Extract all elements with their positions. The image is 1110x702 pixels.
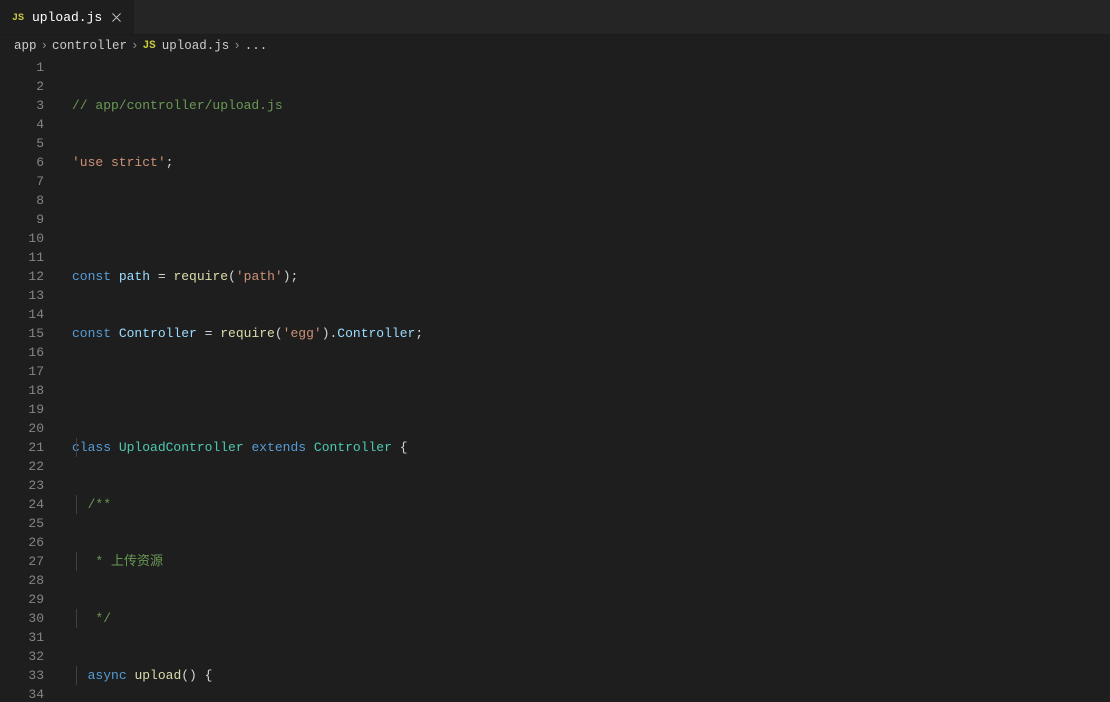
line-number: 11 — [0, 248, 44, 267]
line-number: 19 — [0, 400, 44, 419]
breadcrumb-seg-controller[interactable]: controller — [52, 39, 127, 53]
line-number: 33 — [0, 666, 44, 685]
line-number: 8 — [0, 191, 44, 210]
line-number: 31 — [0, 628, 44, 647]
line-number: 26 — [0, 533, 44, 552]
line-number: 29 — [0, 590, 44, 609]
line-number: 21 — [0, 438, 44, 457]
line-number: 22 — [0, 457, 44, 476]
code-token: = — [197, 326, 220, 341]
code-token: path — [119, 269, 150, 284]
code-comment: */ — [88, 611, 111, 626]
code-token: ( — [275, 326, 283, 341]
code-token: Controller — [119, 326, 197, 341]
code-token: extends — [251, 440, 306, 455]
code-token: class — [72, 440, 111, 455]
line-number: 5 — [0, 134, 44, 153]
code-token: ; — [166, 155, 174, 170]
line-number: 12 — [0, 267, 44, 286]
code-token: ); — [283, 269, 299, 284]
code-token: 'egg' — [283, 326, 322, 341]
line-number: 20 — [0, 419, 44, 438]
editor: 1234567891011121314151617181920212223242… — [0, 57, 1110, 702]
breadcrumb-trail[interactable]: ... — [245, 39, 268, 53]
code-token: ( — [228, 269, 236, 284]
minimap[interactable] — [1031, 57, 1096, 702]
line-number: 3 — [0, 96, 44, 115]
code-token: Controller — [314, 440, 392, 455]
code-token: require — [220, 326, 275, 341]
code-token: ). — [322, 326, 338, 341]
code-area[interactable]: // app/controller/upload.js 'use strict'… — [62, 57, 1031, 702]
code-comment: // app/controller/upload.js — [72, 98, 283, 113]
code-token: Controller — [337, 326, 415, 341]
code-token: () { — [181, 668, 212, 683]
breadcrumb-seg-app[interactable]: app — [14, 39, 37, 53]
line-number: 7 — [0, 172, 44, 191]
line-number: 18 — [0, 381, 44, 400]
scrollbar[interactable] — [1096, 57, 1110, 702]
code-comment: /** — [88, 497, 111, 512]
code-token: UploadController — [119, 440, 244, 455]
close-icon[interactable] — [108, 9, 124, 25]
chevron-right-icon: › — [131, 39, 139, 53]
code-token: require — [173, 269, 228, 284]
tab-bar: JS upload.js — [0, 0, 1110, 35]
breadcrumb-seg-file[interactable]: upload.js — [162, 39, 230, 53]
line-number: 15 — [0, 324, 44, 343]
line-number: 32 — [0, 647, 44, 666]
line-number: 10 — [0, 229, 44, 248]
line-number: 28 — [0, 571, 44, 590]
code-comment: * 上传资源 — [88, 554, 163, 569]
line-number: 4 — [0, 115, 44, 134]
line-number: 27 — [0, 552, 44, 571]
line-number: 16 — [0, 343, 44, 362]
js-file-icon: JS — [143, 40, 158, 52]
line-number: 2 — [0, 77, 44, 96]
line-number: 34 — [0, 685, 44, 702]
code-token: const — [72, 269, 111, 284]
chevron-right-icon: › — [41, 39, 49, 53]
line-number: 14 — [0, 305, 44, 324]
line-number: 23 — [0, 476, 44, 495]
line-number: 1 — [0, 58, 44, 77]
tab-label: upload.js — [32, 10, 102, 25]
breadcrumb[interactable]: app › controller › JS upload.js › ... — [0, 35, 1110, 57]
line-number: 17 — [0, 362, 44, 381]
line-number: 25 — [0, 514, 44, 533]
code-token: upload — [134, 668, 181, 683]
js-file-icon: JS — [10, 9, 26, 25]
line-number: 13 — [0, 286, 44, 305]
code-token: async — [88, 668, 127, 683]
chevron-right-icon: › — [233, 39, 241, 53]
code-token: { — [392, 440, 408, 455]
line-number: 30 — [0, 609, 44, 628]
line-number: 9 — [0, 210, 44, 229]
code-token: const — [72, 326, 111, 341]
tab-upload-js[interactable]: JS upload.js — [0, 0, 135, 34]
line-number: 6 — [0, 153, 44, 172]
line-number: 24 — [0, 495, 44, 514]
code-token: 'path' — [236, 269, 283, 284]
code-token: ; — [415, 326, 423, 341]
code-token: 'use strict' — [72, 155, 166, 170]
code-token: = — [150, 269, 173, 284]
line-number-gutter: 1234567891011121314151617181920212223242… — [0, 57, 62, 702]
